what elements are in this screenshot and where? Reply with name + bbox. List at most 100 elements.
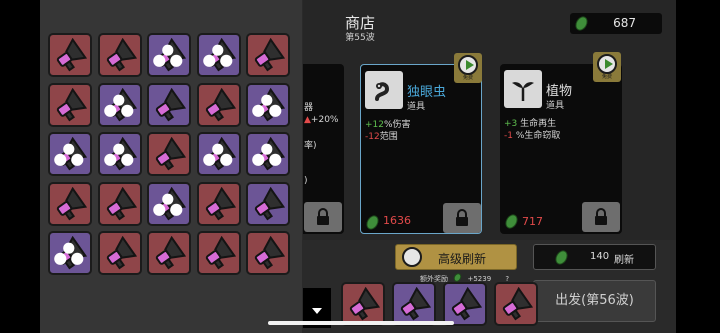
megaphone-weapon-icon xyxy=(56,38,87,72)
inventory-slot[interactable] xyxy=(196,33,241,77)
inventory-slot[interactable] xyxy=(147,231,191,275)
advanced-refresh-button[interactable]: 高级刷新 xyxy=(395,244,517,270)
megaphone-weapon-icon xyxy=(56,186,87,220)
inventory-slot[interactable] xyxy=(48,33,92,77)
sprout-icon xyxy=(512,82,534,101)
wave-label: 第55波 xyxy=(345,33,375,43)
item-name: 独眼虫 xyxy=(407,85,447,100)
owned-weapon-slot[interactable] xyxy=(392,282,436,326)
megaphone-weapon-icon xyxy=(106,186,137,220)
partial-text-2: ▲+20% xyxy=(304,115,339,125)
inventory-slot[interactable] xyxy=(246,33,290,77)
free-reroll-button[interactable]: 免费 xyxy=(454,53,482,83)
inventory-slot[interactable] xyxy=(97,132,142,176)
megaphone-weapon-icon xyxy=(205,87,236,121)
inventory-slot[interactable] xyxy=(97,231,142,275)
item-name: 植物 xyxy=(546,84,573,99)
star-badge-icon xyxy=(153,44,183,67)
green-seed-icon xyxy=(363,213,382,232)
refresh-button[interactable]: 140 刷新 xyxy=(533,244,656,270)
inventory-slot[interactable] xyxy=(246,82,290,127)
megaphone-weapon-icon xyxy=(56,87,87,121)
lock-icon xyxy=(456,209,468,226)
star-badge-icon xyxy=(103,143,133,166)
megaphone-weapon-icon xyxy=(349,287,380,321)
item-stat-range: -12范围 xyxy=(365,132,398,142)
shop-card-cyclops-worm[interactable]: 独眼虫 道具 +12%伤害 -12范围 免费 1636 xyxy=(360,53,482,234)
megaphone-weapon-icon xyxy=(254,236,285,270)
inventory-slot[interactable] xyxy=(246,181,290,226)
megaphone-weapon-icon xyxy=(205,236,236,270)
star-badge-icon xyxy=(252,94,282,117)
inventory-slot[interactable] xyxy=(246,132,290,176)
inventory-slot[interactable] xyxy=(246,231,290,275)
play-icon xyxy=(458,55,478,75)
worm-item-image xyxy=(365,71,403,109)
inventory-slot[interactable] xyxy=(147,181,191,226)
megaphone-weapon-icon xyxy=(254,38,285,72)
star-badge-icon xyxy=(202,44,232,67)
play-icon xyxy=(597,54,617,74)
lock-icon xyxy=(595,208,607,225)
shop-card-plant[interactable]: 植物 道具 +3 生命再生 -1 %生命窃取 免费 717 xyxy=(500,52,622,234)
lock-icon xyxy=(317,208,329,225)
partial-text-4: ) xyxy=(304,176,308,186)
inventory-slot[interactable] xyxy=(48,181,92,226)
partial-text-1: 器 xyxy=(304,103,314,113)
megaphone-weapon-icon xyxy=(205,186,236,220)
plant-item-image xyxy=(504,70,542,108)
owned-weapon-slot[interactable] xyxy=(494,282,538,326)
green-seed-icon xyxy=(552,248,571,267)
megaphone-weapon-icon xyxy=(155,137,186,171)
star-badge-icon xyxy=(202,143,232,166)
owned-weapon-slot[interactable] xyxy=(341,282,385,326)
megaphone-weapon-icon xyxy=(400,287,431,321)
currency-display: 687 xyxy=(570,13,662,34)
item-type: 道具 xyxy=(546,101,565,111)
lock-button[interactable] xyxy=(304,202,342,232)
megaphone-weapon-icon xyxy=(451,287,482,321)
item-price: 717 xyxy=(522,215,543,228)
green-seed-icon xyxy=(572,14,591,33)
star-badge-icon xyxy=(103,94,133,117)
inventory-slot[interactable] xyxy=(48,82,92,127)
inventory-slot[interactable] xyxy=(97,33,142,77)
megaphone-weapon-icon xyxy=(254,186,285,220)
play-icon xyxy=(402,247,422,267)
owned-weapon-slot[interactable] xyxy=(443,282,487,326)
item-price: 1636 xyxy=(383,214,411,227)
game-screen: 商店 第55波 687 器 ▲+20% 率) ) 独眼虫 道具 +12%伤害 -… xyxy=(0,0,720,333)
megaphone-weapon-icon xyxy=(106,38,137,72)
megaphone-weapon-icon xyxy=(106,236,137,270)
free-reroll-button[interactable]: 免费 xyxy=(593,52,621,82)
inventory-slot[interactable] xyxy=(196,132,241,176)
star-badge-icon xyxy=(54,143,84,166)
star-badge-icon xyxy=(54,242,84,265)
inventory-slot[interactable] xyxy=(48,231,92,275)
lock-button[interactable] xyxy=(582,202,620,232)
lock-button[interactable] xyxy=(443,203,481,233)
inventory-slot[interactable] xyxy=(147,33,191,77)
megaphone-weapon-icon xyxy=(155,87,186,121)
currency-amount: 687 xyxy=(613,16,636,30)
home-indicator[interactable] xyxy=(268,321,454,325)
partial-text-3: 率) xyxy=(304,141,317,151)
worm-icon xyxy=(375,82,390,101)
star-badge-icon xyxy=(252,143,282,166)
megaphone-weapon-icon xyxy=(155,236,186,270)
inventory-slot[interactable] xyxy=(147,132,191,176)
megaphone-weapon-icon xyxy=(502,287,533,321)
star-badge-icon xyxy=(153,193,183,216)
item-type: 道具 xyxy=(407,102,426,112)
inventory-slot[interactable] xyxy=(147,82,191,127)
inventory-slot[interactable] xyxy=(196,82,241,127)
chevron-down-icon xyxy=(312,308,322,314)
green-seed-icon xyxy=(502,212,521,231)
inventory-slot[interactable] xyxy=(196,181,241,226)
inventory-slot[interactable] xyxy=(97,181,142,226)
inventory-slot[interactable] xyxy=(97,82,142,127)
inventory-slot[interactable] xyxy=(196,231,241,275)
inventory-slot[interactable] xyxy=(48,132,92,176)
item-stat-lifesteal: -1 %生命窃取 xyxy=(504,131,561,141)
depart-button[interactable]: 出发(第56波) xyxy=(533,280,656,322)
